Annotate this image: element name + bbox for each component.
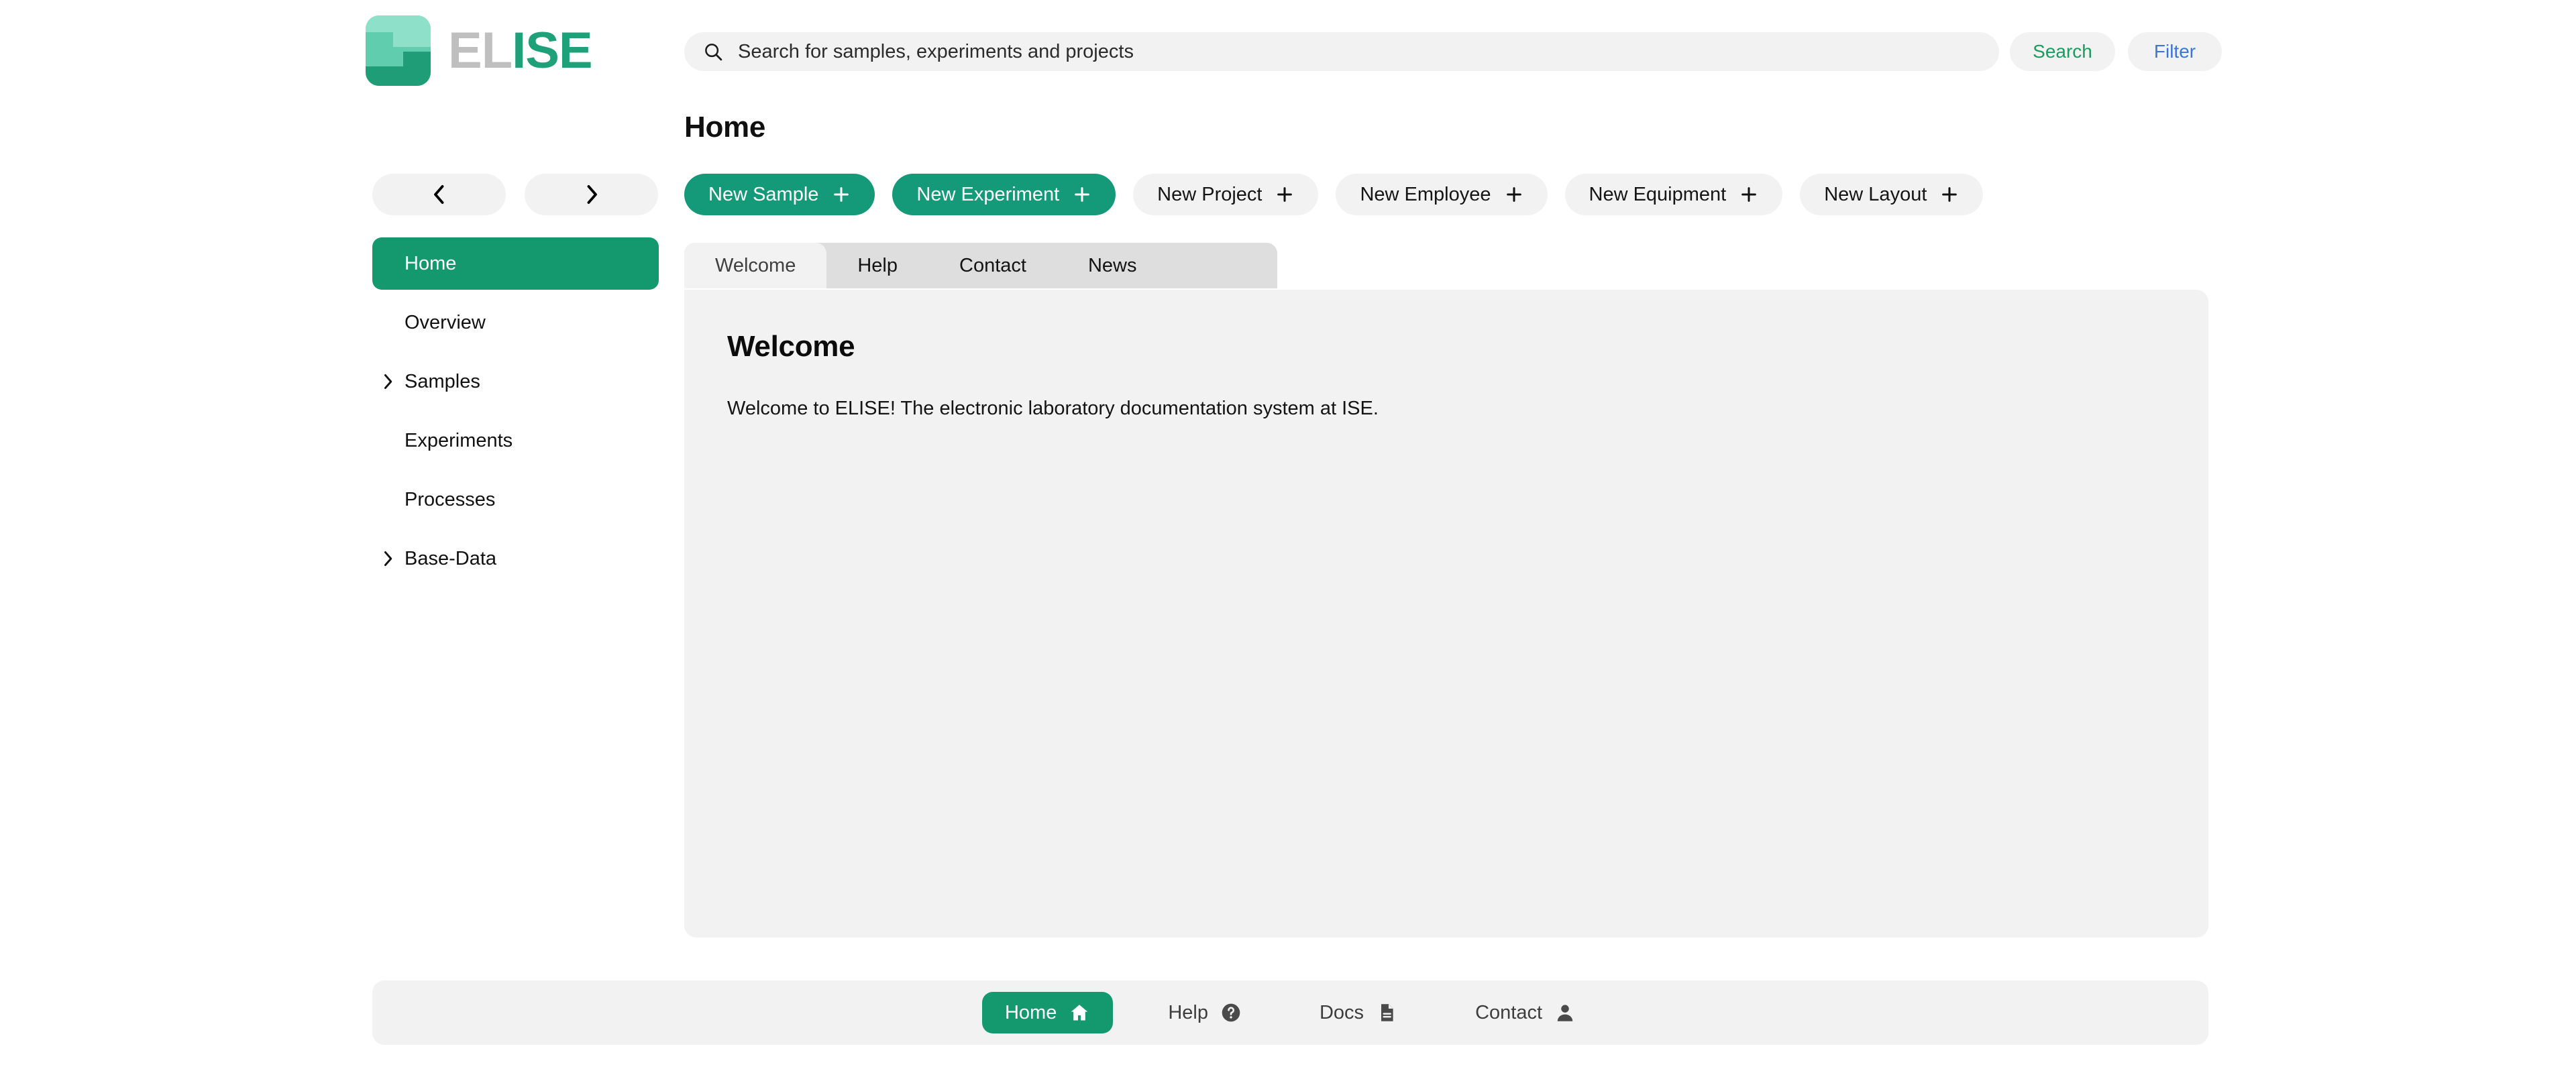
tab-news[interactable]: News: [1057, 243, 1168, 288]
footer-item-home[interactable]: Home: [981, 992, 1114, 1033]
tab-contact[interactable]: Contact: [928, 243, 1057, 288]
search-input[interactable]: [738, 32, 1980, 71]
sidebar-item-label: Base-Data: [405, 547, 497, 569]
person-icon: [1557, 1005, 1573, 1021]
chevron-left-icon: [433, 185, 443, 204]
sidebar-item-processes[interactable]: Processes: [372, 473, 659, 526]
elise-logo-icon: [366, 15, 431, 86]
plus-icon: [1075, 187, 1090, 202]
chevron-right-icon[interactable]: [382, 551, 394, 567]
action-button-label: New Employee: [1360, 183, 1491, 205]
tab-help[interactable]: Help: [826, 243, 928, 288]
action-new-employee-button[interactable]: New Employee: [1336, 174, 1548, 215]
footer-item-help[interactable]: Help: [1145, 992, 1265, 1033]
action-button-label: New Project: [1157, 183, 1263, 205]
footer-item-contact[interactable]: Contact: [1452, 992, 1599, 1033]
sidebar-item-home[interactable]: Home: [372, 237, 659, 290]
nav-back-button[interactable]: [372, 174, 506, 215]
action-button-label: New Sample: [708, 183, 819, 205]
sidebar-nav-list: Home Overview Samples Experiments Processes B…: [372, 237, 659, 585]
action-new-equipment-button[interactable]: New Equipment: [1564, 174, 1783, 215]
sidebar-item-label: Experiments: [405, 429, 513, 451]
footer-nav: Home Help Docs Contact: [372, 980, 2208, 1045]
plus-icon: [1277, 187, 1293, 202]
action-button-row: New Sample New Experiment New Project New E…: [684, 174, 1984, 215]
nav-forward-button[interactable]: [525, 174, 658, 215]
plus-icon: [834, 187, 849, 202]
chevron-right-icon[interactable]: [382, 374, 394, 390]
action-button-label: New Equipment: [1589, 183, 1727, 205]
wordmark-suffix: ISE: [512, 21, 592, 79]
app-header: ELISE Search Filter: [0, 0, 2576, 102]
sidebar-item-base-data[interactable]: Base-Data: [372, 532, 659, 585]
action-new-project-button[interactable]: New Project: [1133, 174, 1319, 215]
app-root: ELISE Search Filter Home New Sample New E…: [0, 0, 2576, 1069]
content-panel: Welcome Welcome to ELISE! The electronic…: [684, 290, 2208, 938]
plus-icon: [1942, 187, 1957, 202]
sidebar-item-overview[interactable]: Overview: [372, 296, 659, 349]
wordmark-prefix: EL: [448, 21, 513, 79]
nav-arrows: [372, 174, 659, 215]
brand-wordmark: ELISE: [448, 21, 593, 79]
footer-item-label: Home: [1004, 1001, 1057, 1023]
sidebar-item-label: Overview: [405, 311, 486, 333]
action-button-label: New Experiment: [916, 183, 1060, 205]
content-paragraph: Welcome to ELISE! The electronic laborat…: [727, 398, 1379, 419]
tab-welcome[interactable]: Welcome: [684, 243, 827, 288]
document-icon: [1381, 1004, 1393, 1021]
content-heading: Welcome: [727, 330, 855, 363]
sidebar-item-samples[interactable]: Samples: [372, 355, 659, 408]
plus-icon: [1741, 187, 1757, 202]
sidebar-item-label: Home: [405, 252, 457, 274]
brand-logo[interactable]: ELISE: [366, 15, 593, 86]
chevron-right-icon: [587, 185, 597, 204]
sidebar-item-label: Processes: [405, 488, 496, 510]
filter-button[interactable]: Filter: [2128, 32, 2222, 71]
plus-icon: [1506, 187, 1521, 202]
search-bar[interactable]: [684, 32, 1999, 71]
help-circle-icon: [1222, 1003, 1240, 1022]
action-new-layout-button[interactable]: New Layout: [1800, 174, 1984, 215]
home-icon: [1071, 1005, 1088, 1021]
sidebar-item-label: Samples: [405, 370, 480, 392]
page-title: Home: [684, 111, 766, 144]
sidebar: Home Overview Samples Experiments Processes B…: [372, 174, 659, 592]
search-button[interactable]: Search: [2010, 32, 2115, 71]
footer-item-label: Contact: [1475, 1001, 1543, 1023]
footer-item-label: Docs: [1319, 1001, 1364, 1023]
search-icon: [705, 44, 722, 61]
action-new-sample-button[interactable]: New Sample: [684, 174, 875, 215]
action-new-experiment-button[interactable]: New Experiment: [892, 174, 1116, 215]
sidebar-item-experiments[interactable]: Experiments: [372, 414, 659, 467]
footer-item-docs[interactable]: Docs: [1297, 992, 1420, 1033]
tab-bar: Welcome Help Contact News: [684, 243, 1277, 288]
footer-item-label: Help: [1168, 1001, 1208, 1023]
action-button-label: New Layout: [1824, 183, 1927, 205]
